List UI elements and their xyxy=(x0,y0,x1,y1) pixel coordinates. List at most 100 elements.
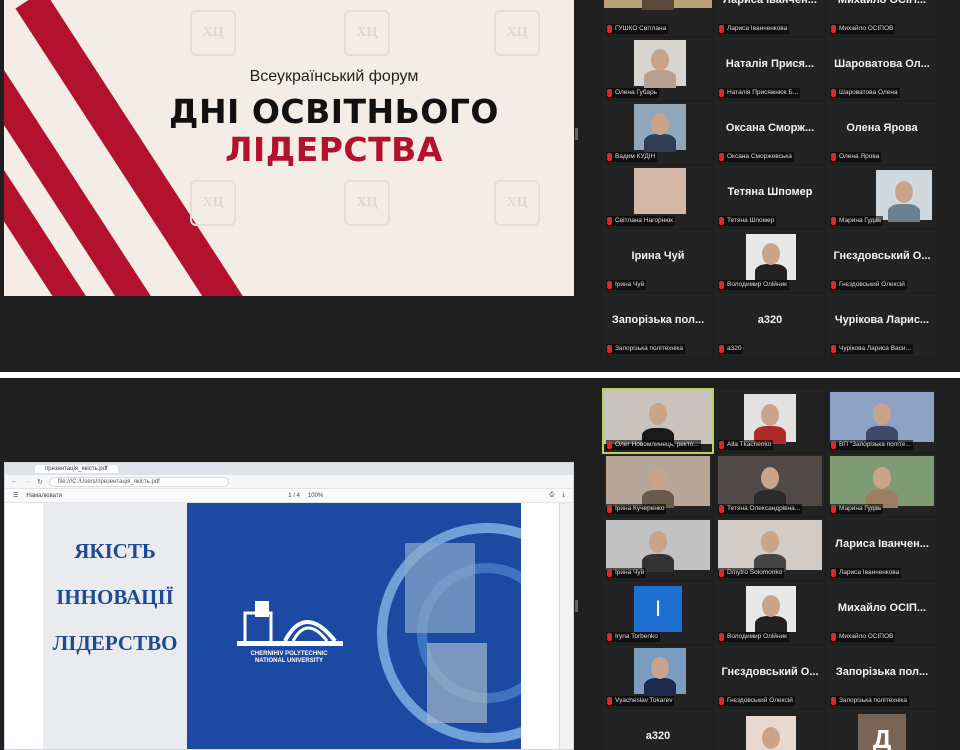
participant-tile[interactable]: Олег Новомлинець, ректо... xyxy=(602,388,714,454)
participant-display-name: а320 xyxy=(645,730,671,742)
participant-tile[interactable]: Гнєздовський О... Гнєздовський Олексій xyxy=(828,230,936,292)
participant-tile[interactable]: Dmytro Solomonko xyxy=(716,518,824,580)
menu-icon[interactable]: ☰ xyxy=(13,492,18,499)
participant-video xyxy=(606,520,710,572)
pdf-scrollbar[interactable] xyxy=(559,503,573,749)
participant-name-label: Марина Гудаь xyxy=(830,504,884,514)
save-icon[interactable]: ⤓ xyxy=(562,492,565,499)
participant-tile[interactable]: а320 а320 xyxy=(716,294,824,356)
person-face xyxy=(761,467,779,489)
participant-tile[interactable]: Ірина Чуй Ірина Чуй xyxy=(604,230,712,292)
participant-name-label: Олена Ярова xyxy=(830,152,882,162)
participant-tile[interactable] xyxy=(716,710,824,750)
participant-tile[interactable]: Олена Ярова Олена Ярова xyxy=(828,102,936,164)
participant-video xyxy=(634,648,686,696)
splitter-handle[interactable] xyxy=(575,128,578,140)
participant-tile[interactable]: Володимир Олійник xyxy=(716,582,824,644)
participant-name-label: Володимир Олійник xyxy=(718,632,790,642)
shared-screen-forum-slide: ХЦ ХЦ ХЦ ХЦ ХЦ ХЦ Всеукраїнський форум Д… xyxy=(4,0,574,296)
draw-button[interactable]: Намалювати xyxy=(26,493,62,499)
url-field[interactable]: file:///C:/Users/презентація_якість.pdf xyxy=(48,476,229,487)
participant-tile[interactable]: Олена Губарь xyxy=(604,38,712,100)
participant-display-name: Олена Ярова xyxy=(846,122,918,134)
participant-tile[interactable]: ГУШКО Світлана xyxy=(604,0,712,36)
shared-screen-browser: презентація_якість.pdf ← → ↻ file:///C:/… xyxy=(4,462,574,750)
person-silhouette xyxy=(642,0,674,10)
person-face xyxy=(649,467,667,489)
university-logo-icon xyxy=(237,601,343,646)
participant-tile[interactable]: Володимир Олійник xyxy=(716,230,824,292)
participant-tile[interactable]: Михайло ОСІП... Михайло ОСІПОВ xyxy=(828,0,936,36)
participant-video xyxy=(746,586,796,634)
campus-photo xyxy=(427,643,487,723)
participant-tile[interactable]: Марина Гудаь xyxy=(828,454,936,516)
participant-video xyxy=(634,40,686,88)
participant-tile[interactable]: I Iryna Torbenko xyxy=(604,582,712,644)
participant-tile[interactable]: Вадим КУДІН xyxy=(604,102,712,164)
participant-name-label: ВП "Запорізька політе... xyxy=(830,440,913,450)
participant-tile[interactable]: Лариса Іванчен... Лариса Іванченкова xyxy=(828,518,936,580)
back-icon[interactable]: ← xyxy=(11,478,18,485)
participant-tile[interactable]: Тетяна Шпомер Тетяна Шпомер xyxy=(716,166,824,228)
participant-tile[interactable]: Запорізька пол... Запорізька політехніка xyxy=(828,646,936,708)
participant-name-label: Ірина Чуй xyxy=(606,280,647,290)
participant-tile[interactable]: Ірина Кучеренко xyxy=(604,454,712,516)
participant-tile[interactable]: Оксана Сморж... Оксана Сморжевська xyxy=(716,102,824,164)
browser-tab[interactable]: презентація_якість.pdf xyxy=(35,465,118,473)
watermark-emblem-icon: ХЦ xyxy=(190,10,236,56)
participant-video xyxy=(718,520,822,572)
slide-word-quality: ЯКІСТЬ xyxy=(74,539,156,563)
campus-photo xyxy=(405,543,475,633)
participant-tile[interactable]: Vyacheslav Tokarev xyxy=(604,646,712,708)
muted-mic-icon xyxy=(831,697,836,705)
participant-tile[interactable]: Марина Гудаь xyxy=(828,166,936,228)
university-name: CHERNIHIV POLYTECHNIC NATIONAL UNIVERSIT… xyxy=(250,651,328,664)
muted-mic-icon xyxy=(831,217,836,225)
participant-display-name: Лариса Іванчен... xyxy=(723,0,817,6)
person-silhouette xyxy=(644,70,676,88)
print-icon[interactable]: ⎙ xyxy=(550,492,555,499)
participant-tile[interactable]: Запорізька пол... Запорізька політехніка xyxy=(604,294,712,356)
page-counter[interactable]: 1 / 4 xyxy=(288,493,300,499)
participant-tile[interactable]: Ірина Чуй xyxy=(604,518,712,580)
muted-mic-icon xyxy=(719,89,724,97)
participant-tile[interactable]: Гнєздовський О... Гнєздовський Олексій xyxy=(716,646,824,708)
muted-mic-icon xyxy=(719,217,724,225)
participant-display-name: Наталія Прися... xyxy=(725,58,815,70)
slide-word-innovation: ІННОВАЦІЇ xyxy=(56,585,174,609)
zoom-level[interactable]: 100% xyxy=(308,493,323,499)
person-silhouette xyxy=(644,678,676,696)
reload-icon[interactable]: ↻ xyxy=(37,478,43,486)
muted-mic-icon xyxy=(719,153,724,161)
muted-mic-icon xyxy=(831,25,836,33)
participant-tile[interactable]: Д xyxy=(828,710,936,750)
participant-video xyxy=(606,456,710,508)
participant-tile[interactable]: Михайло ОСІП... Михайло ОСІПОВ xyxy=(828,582,936,644)
muted-mic-icon xyxy=(607,153,612,161)
participant-video xyxy=(634,104,686,152)
muted-mic-icon xyxy=(831,281,836,289)
participant-name-label: Vyacheslav Tokarev xyxy=(606,696,675,706)
avatar-letter: Д xyxy=(858,714,906,750)
participant-tile[interactable]: Alla Tkachenko xyxy=(716,390,824,452)
participant-tile[interactable]: а320 xyxy=(604,710,712,750)
person-face xyxy=(762,727,780,749)
participant-tile[interactable]: Лариса Іванчен... Лариса Іванченкова xyxy=(716,0,824,36)
participant-name-label: Запорізька політехніка xyxy=(606,344,685,354)
participant-tile[interactable]: ВП "Запорізька політе... xyxy=(828,390,936,452)
splitter-handle[interactable] xyxy=(575,600,578,612)
participant-tile[interactable]: Чурікова Ларис... Чурікова Лариса Васи... xyxy=(828,294,936,356)
person-face xyxy=(761,531,779,553)
participant-tile[interactable]: Тетяна Олександрівна... xyxy=(716,454,824,516)
forward-icon[interactable]: → xyxy=(24,478,31,485)
muted-mic-icon xyxy=(831,505,836,513)
participant-video xyxy=(876,170,932,222)
muted-mic-icon xyxy=(831,153,836,161)
participant-display-name: Михайло ОСІП... xyxy=(837,0,927,6)
participant-display-name: Запорізька пол... xyxy=(835,666,929,678)
participant-tile[interactable]: Наталія Прися... Наталія Присяжнюк Б... xyxy=(716,38,824,100)
participant-tile[interactable]: Світлана Нагорнюк xyxy=(604,166,712,228)
muted-mic-icon xyxy=(831,441,836,449)
participant-tile[interactable]: Шароватова Ол... Шароватова Олена xyxy=(828,38,936,100)
muted-mic-icon xyxy=(607,697,612,705)
